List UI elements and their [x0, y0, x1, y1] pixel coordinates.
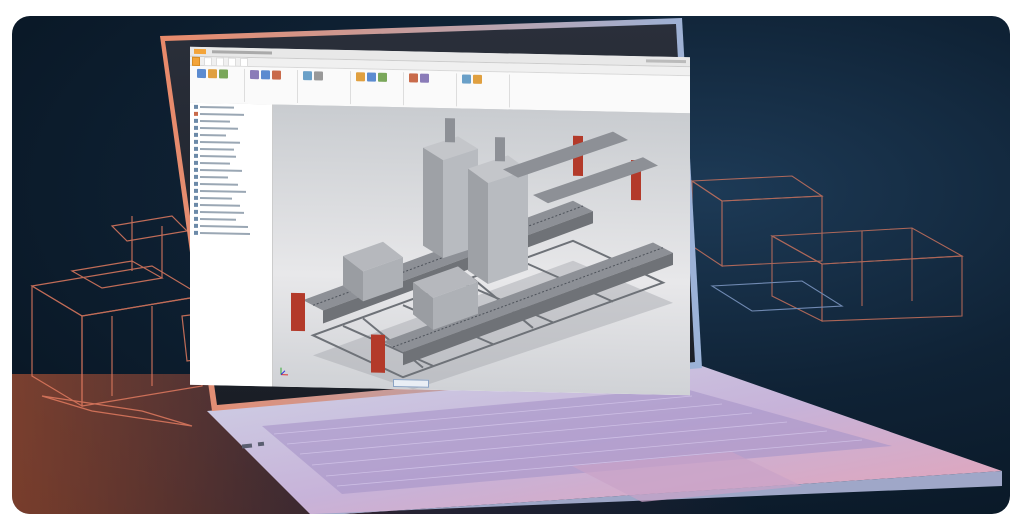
ribbon-tab[interactable]	[216, 56, 224, 66]
ribbon-tool-icon[interactable]	[314, 71, 323, 81]
ribbon-group	[459, 73, 510, 108]
ribbon-tool-icon[interactable]	[356, 72, 365, 82]
ribbon-tool-icon[interactable]	[197, 68, 206, 79]
ribbon-tool-icon[interactable]	[473, 74, 482, 84]
ribbon-tab-active[interactable]	[192, 56, 200, 66]
cad-machine-model	[291, 118, 673, 390]
tree-row[interactable]	[194, 230, 268, 238]
right-wireframe	[690, 175, 964, 322]
cad-viewport[interactable]	[273, 104, 690, 396]
app-logo-icon	[194, 48, 206, 55]
hero-image	[12, 16, 1010, 514]
axis-triad-icon	[279, 367, 289, 377]
machine-endcap	[371, 334, 385, 373]
ribbon-tool-icon[interactable]	[272, 70, 281, 80]
ribbon-tab[interactable]	[240, 57, 248, 67]
ribbon-tool-icon[interactable]	[420, 73, 429, 83]
ribbon-tool-icon[interactable]	[250, 70, 259, 80]
ribbon-group	[406, 72, 457, 107]
ribbon-tool-icon[interactable]	[462, 74, 471, 84]
ribbon-tool-icon[interactable]	[303, 71, 312, 81]
ribbon-tool-icon[interactable]	[219, 69, 228, 79]
ribbon-tab[interactable]	[204, 56, 212, 66]
ribbon-tool-icon[interactable]	[367, 72, 376, 82]
ribbon-tool-icon[interactable]	[208, 69, 217, 79]
ribbon-tab[interactable]	[228, 57, 236, 67]
ribbon-tool-icon[interactable]	[409, 73, 418, 83]
model-browser-tree	[190, 102, 273, 387]
laptop-screen	[190, 46, 690, 396]
ribbon-group	[194, 67, 245, 102]
document-tab[interactable]	[393, 379, 429, 388]
ribbon-group	[247, 68, 298, 104]
ribbon-tool-icon[interactable]	[261, 70, 270, 80]
machine-endcap	[291, 292, 305, 332]
ribbon-group	[353, 71, 404, 106]
ribbon-tool-icon[interactable]	[378, 72, 387, 82]
ribbon-group	[300, 70, 351, 105]
